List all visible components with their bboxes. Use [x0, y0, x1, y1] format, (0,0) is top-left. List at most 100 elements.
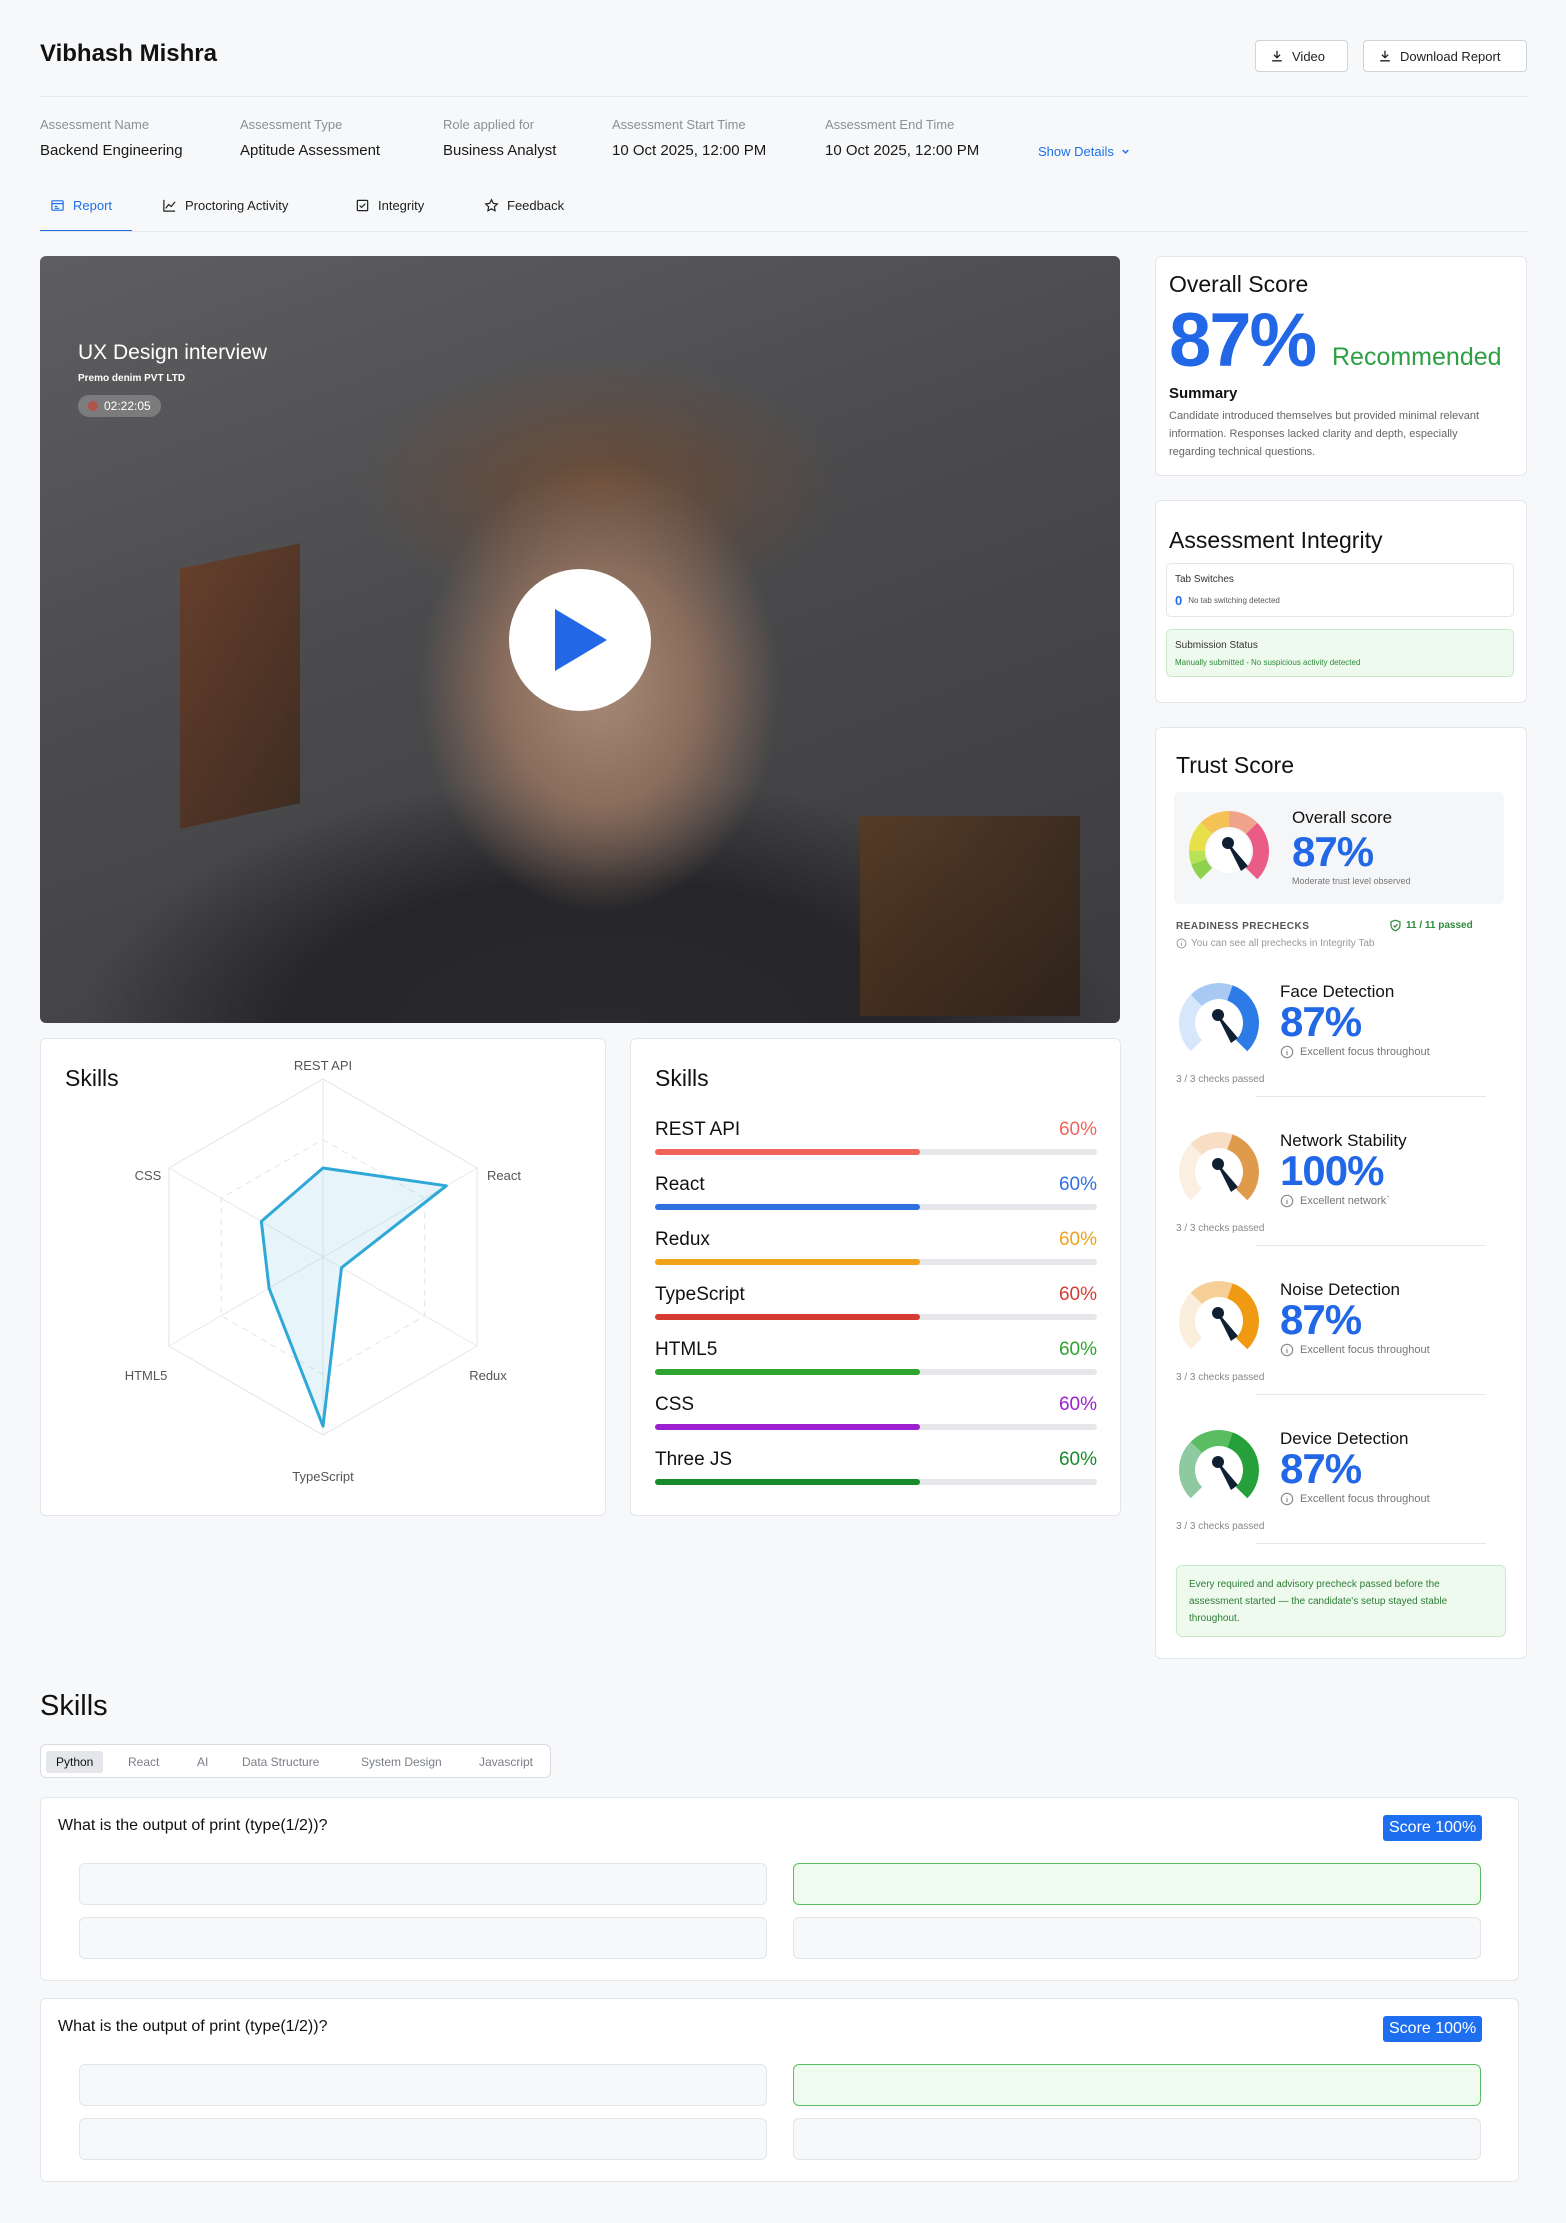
trust-gauge-icon	[1179, 1430, 1259, 1499]
trust-gauge-icon	[1179, 1132, 1259, 1201]
info-icon	[1280, 1045, 1294, 1059]
meta-start-time: Assessment Start Time 10 Oct 2025, 12:00…	[612, 117, 766, 159]
video-duration-badge: 02:22:05	[78, 395, 161, 417]
tab-switches-status: 0 No tab switching detected	[1175, 593, 1280, 608]
background-frame	[180, 543, 300, 829]
skill-percent: 60%	[1058, 1229, 1097, 1250]
meta-end-time: Assessment End Time 10 Oct 2025, 12:00 P…	[825, 117, 979, 159]
tab-proctoring-activity[interactable]: Proctoring Activity	[162, 198, 288, 232]
skill-bar-fill	[655, 1479, 921, 1485]
skill-name: Redux	[655, 1229, 710, 1250]
trust-metric-value: 87%	[1280, 998, 1362, 1045]
submission-label: Submission Status	[1175, 640, 1258, 651]
meta-value: Business Analyst	[443, 142, 557, 159]
trust-metric-value: 87%	[1280, 1296, 1362, 1343]
question-tab-ai[interactable]: AI	[187, 1751, 218, 1773]
skill-name: React	[655, 1174, 705, 1195]
radar-series-area	[259, 1166, 448, 1428]
skill-bar-track	[655, 1204, 1097, 1210]
radar-axis-label: HTML5	[125, 1368, 168, 1383]
overall-trust-value: 87%	[1292, 828, 1374, 875]
question-text: What is the output of print (type(1/2))?	[58, 2018, 328, 2035]
skill-name: CSS	[655, 1394, 695, 1415]
skills-bars-card: Skills REST API 60% React 60% Redux 60% TypeSc…	[630, 1038, 1121, 1516]
question-tab-data-structure[interactable]: Data Structure	[232, 1751, 329, 1773]
prechecks-label: READINESS PRECHECKS	[1176, 921, 1310, 932]
skill-name: TypeScript	[655, 1284, 745, 1305]
trust-divider	[1256, 1245, 1486, 1246]
answer-option-correct[interactable]	[793, 2064, 1481, 2106]
question-tab-system-design[interactable]: System Design	[351, 1751, 452, 1773]
trust-metric-value: 100%	[1280, 1147, 1384, 1194]
star-icon	[484, 198, 499, 212]
gauge-needle-hub	[1212, 1456, 1224, 1468]
trust-metric-sub: Excellent focus throughout	[1280, 1492, 1430, 1506]
video-duration: 02:22:05	[104, 399, 151, 413]
question-tab-javascript[interactable]: Javascript	[469, 1751, 543, 1773]
trust-metric-sub: Excellent network`	[1280, 1194, 1390, 1208]
skill-bar-track	[655, 1259, 1097, 1265]
tab-switches-box: Tab Switches 0 No tab switching detected	[1166, 563, 1514, 617]
gauge-needle-hub	[1212, 1009, 1224, 1021]
info-icon	[1280, 1343, 1294, 1357]
answer-option[interactable]	[79, 1917, 767, 1959]
question-tab-python[interactable]: Python	[46, 1751, 104, 1773]
meta-value: Aptitude Assessment	[240, 142, 381, 159]
overall-trust-panel: Overall score 87% Moderate trust level o…	[1174, 792, 1504, 904]
tab-integrity[interactable]: Integrity	[355, 198, 424, 232]
trust-metric-sub-text: Excellent focus throughout	[1300, 1046, 1430, 1058]
trust-metric-sub: Excellent focus throughout	[1280, 1045, 1430, 1059]
prechecks-passed-badge: 11 / 11 passed	[1389, 919, 1473, 932]
skill-percent: 60%	[1058, 1174, 1097, 1195]
answer-option[interactable]	[793, 1917, 1481, 1959]
card-title: Overall Score	[1169, 271, 1309, 297]
info-icon	[1280, 1492, 1294, 1506]
skill-row: CSS 60%	[655, 1394, 1097, 1430]
download-icon	[1272, 50, 1282, 62]
meta-value: 10 Oct 2025, 12:00 PM	[825, 142, 980, 159]
answer-option-correct[interactable]	[793, 1863, 1481, 1905]
overall-trust-sub: Moderate trust level observed	[1292, 876, 1411, 886]
download-report-button[interactable]: Download Report	[1363, 40, 1527, 72]
skill-name: REST API	[655, 1119, 741, 1140]
answer-option[interactable]	[793, 2118, 1481, 2160]
card-title: Assessment Integrity	[1169, 527, 1383, 553]
overall-trust-label: Overall score	[1292, 808, 1393, 827]
question-text: What is the output of print (type(1/2))?	[58, 1817, 328, 1834]
overall-score-card: Overall Score 87% Recommended Summary Ca…	[1155, 256, 1527, 476]
download-report-label: Download Report	[1400, 48, 1501, 64]
overall-verdict: Recommended	[1332, 343, 1502, 371]
tab-label: Integrity	[378, 198, 425, 213]
tabs-divider	[40, 231, 1527, 232]
submission-status-box: Submission Status Manually submitted - N…	[1166, 629, 1514, 677]
skill-row: TypeScript 60%	[655, 1284, 1097, 1320]
video-player[interactable]: UX Design interview Premo denim PVT LTD …	[40, 256, 1120, 1023]
tab-report[interactable]: Report	[40, 198, 132, 232]
submission-text: Manually submitted - No suspicious activ…	[1175, 658, 1361, 667]
trust-metric-sub-text: Excellent network`	[1300, 1195, 1390, 1207]
answer-option[interactable]	[79, 2118, 767, 2160]
info-icon	[1280, 1194, 1294, 1208]
trust-gauge-icon	[1179, 983, 1259, 1052]
prechecks-hint-text: You can see all prechecks in Integrity T…	[1191, 938, 1375, 949]
video-button[interactable]: Video	[1255, 40, 1348, 72]
skill-bar-fill	[655, 1369, 921, 1375]
info-icon	[1176, 938, 1187, 949]
overall-score-value: 87%	[1169, 298, 1317, 383]
background-frame	[860, 816, 1080, 1016]
answer-option[interactable]	[79, 2064, 767, 2106]
skill-bar-track	[655, 1314, 1097, 1320]
show-details-link[interactable]: Show Details	[1038, 144, 1131, 159]
line-chart-icon	[163, 199, 176, 212]
assessment-integrity-card: Assessment Integrity Tab Switches 0 No t…	[1155, 500, 1527, 703]
question-tab-react[interactable]: React	[118, 1751, 169, 1773]
trust-metric-checks: 3 / 3 checks passed	[1176, 1372, 1265, 1383]
trust-metric-sub-text: Excellent focus throughout	[1300, 1344, 1430, 1356]
tab-feedback[interactable]: Feedback	[484, 198, 564, 232]
question-skill-tabs: Python React AI Data Structure System De…	[40, 1744, 551, 1778]
trust-divider	[1256, 1543, 1486, 1544]
play-button[interactable]	[509, 569, 651, 711]
summary-text: Candidate introduced themselves but prov…	[1169, 410, 1480, 458]
answer-option[interactable]	[79, 1863, 767, 1905]
meta-label: Role applied for	[443, 117, 535, 132]
